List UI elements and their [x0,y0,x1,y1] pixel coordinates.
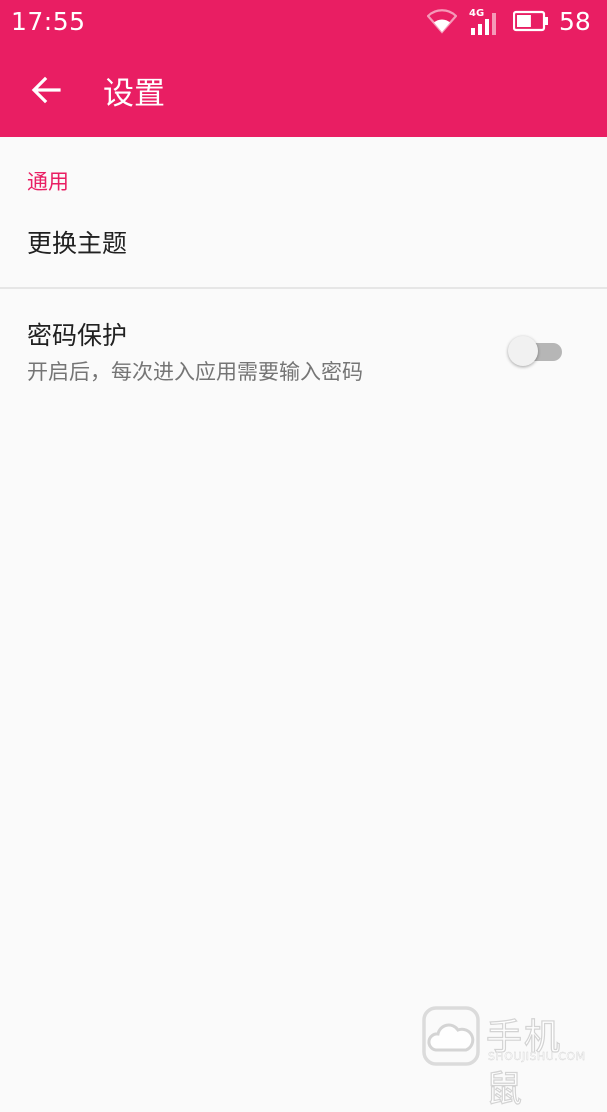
page-title: 设置 [103,76,165,112]
battery-icon [513,10,548,32]
wifi-icon [427,9,457,34]
cloud-logo-icon [422,1006,480,1066]
watermark-logo: 手机鼠 SHOUJISHU.COM [422,1004,592,1111]
toggle-thumb [508,336,538,366]
network-type-label: 4G [469,8,484,19]
password-protection-item[interactable]: 密码保护 开启后，每次进入应用需要输入密码 [0,290,607,400]
watermark-site: SHOUJISHU.COM [488,1050,586,1063]
section-header-general: 通用 [27,170,69,194]
password-protection-description: 开启后，每次进入应用需要输入密码 [27,360,363,384]
back-button[interactable] [26,70,66,110]
password-protection-label: 密码保护 [27,321,128,350]
status-bar: 17:55 4G 58 [0,0,607,44]
password-protection-toggle[interactable] [508,335,562,367]
battery-fill [517,15,531,27]
app-bar: 17:55 4G 58 设置 [0,0,607,137]
status-time: 17:55 [11,7,86,36]
change-theme-item[interactable]: 更换主题 [0,200,607,286]
change-theme-label: 更换主题 [27,229,128,258]
divider [0,287,607,289]
battery-percent: 58 [559,7,591,36]
signal-4g-icon: 4G [469,8,496,35]
arrow-left-icon [31,76,61,104]
